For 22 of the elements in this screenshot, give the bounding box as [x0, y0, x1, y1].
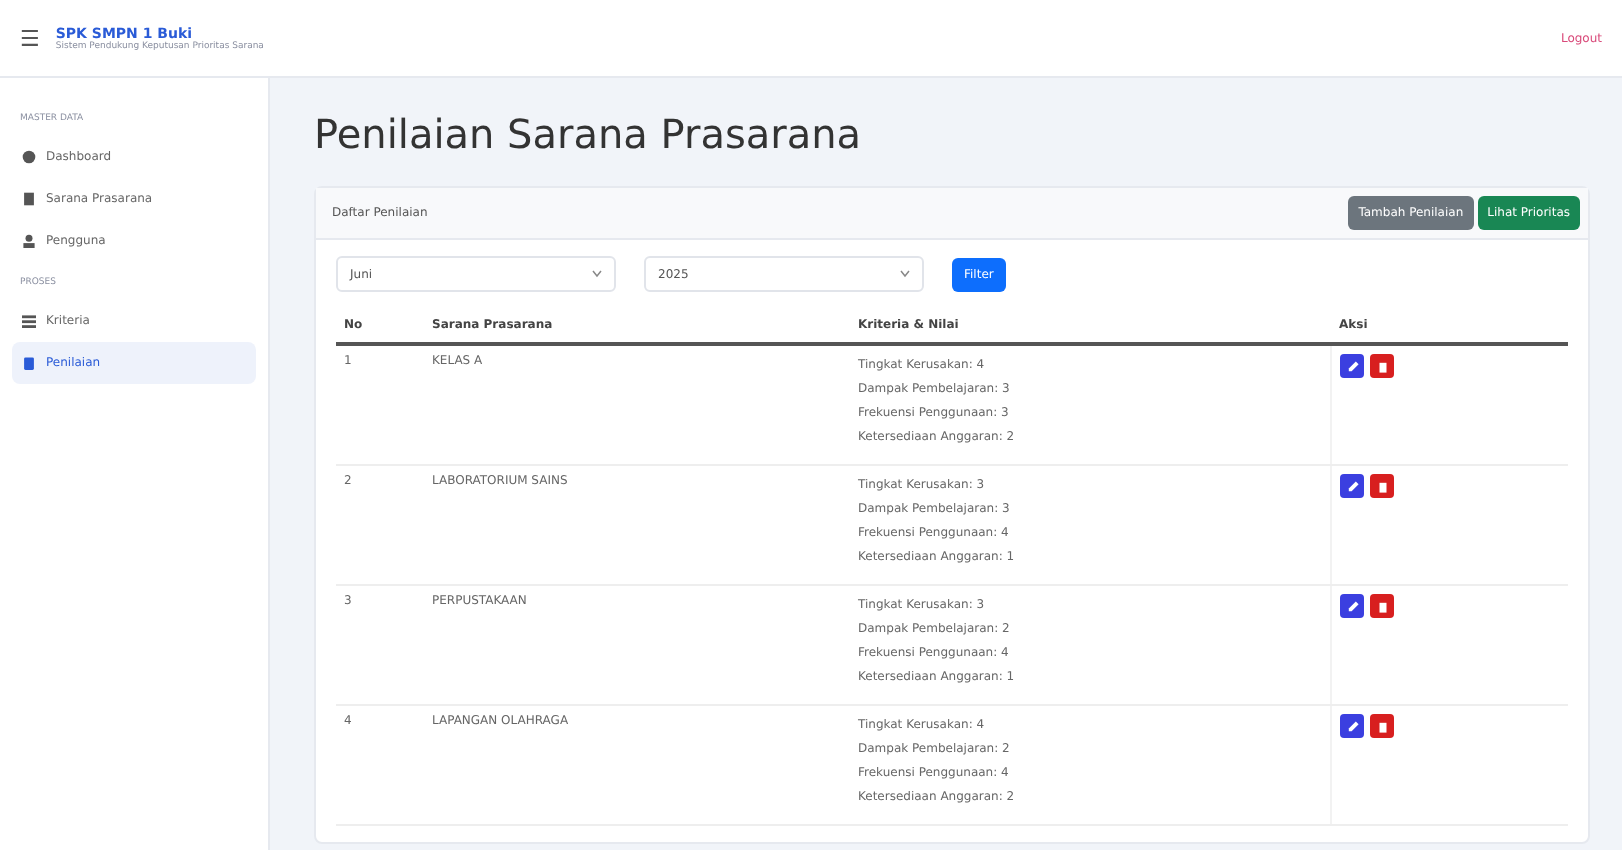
- trash-icon: [1375, 599, 1389, 613]
- trash-icon: [1375, 719, 1389, 733]
- trash-icon: [1375, 359, 1389, 373]
- delete-button[interactable]: [1370, 354, 1394, 378]
- menu-button[interactable]: ☰: [20, 25, 40, 51]
- edit-icon: [1345, 599, 1359, 613]
- edit-icon: [1345, 479, 1359, 493]
- delete-button[interactable]: [1370, 714, 1394, 738]
- trash-icon: [1375, 479, 1389, 493]
- edit-icon: [1345, 359, 1359, 373]
- delete-button[interactable]: [1370, 474, 1394, 498]
- user-icon: [22, 234, 36, 248]
- edit-button[interactable]: [1340, 594, 1364, 618]
- page-title: Penilaian Sarana Prasarana: [314, 110, 864, 158]
- caret-icon: [592, 270, 602, 278]
- edit-button[interactable]: [1340, 714, 1364, 738]
- list-icon: [22, 314, 36, 328]
- delete-button[interactable]: [1370, 594, 1394, 618]
- caret-icon: [900, 270, 910, 278]
- edit-button[interactable]: [1340, 354, 1364, 378]
- edit-icon: [1345, 719, 1359, 733]
- edit-button[interactable]: [1340, 474, 1364, 498]
